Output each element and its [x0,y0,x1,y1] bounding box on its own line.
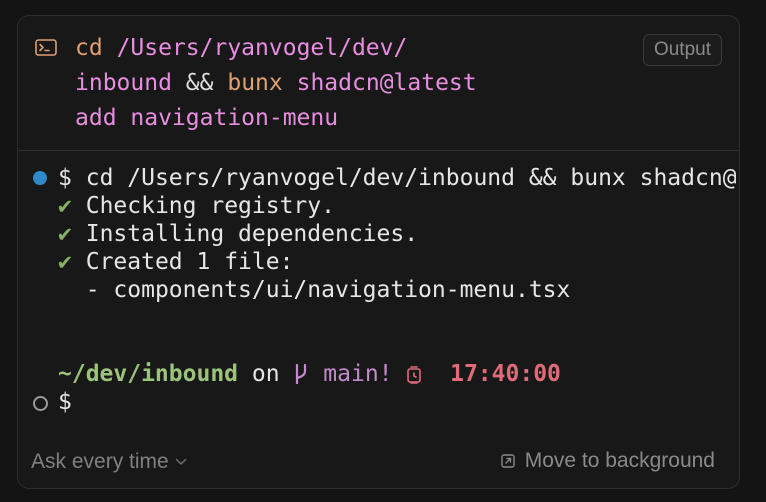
ask-label: Ask every time [31,450,169,473]
terminal-output: $ cd /Users/ryanvogel/dev/inbound && bun… [18,151,739,436]
output-file: - components/ui/navigation-menu.tsx [85,277,571,303]
command-line-2: inbound && bunx shadcn@latest [75,65,477,101]
tool-footer: Ask every time Move to background [18,434,739,488]
output-line: ✔ Created 1 file: [58,248,293,276]
output-text: Checking registry. [85,193,335,219]
shell-status-line: ~/dev/inbound on main! 17:40:00 [58,360,561,388]
cmd-dir: inbound [75,70,172,96]
cmd-operator: && [185,70,214,96]
output-button[interactable]: Output [642,34,722,66]
move-to-background-button[interactable]: Move to background [501,447,715,475]
cmd-package: shadcn@latest [296,70,477,96]
idle-indicator-dot [33,396,48,411]
output-text: Created 1 file: [85,249,294,275]
command-line-1: cd /Users/ryanvogel/dev/ [75,30,407,66]
clock-icon [407,365,422,384]
cmd-cd: cd [75,35,103,61]
terminal-command-line: $ cd /Users/ryanvogel/dev/inbound && bun… [58,164,737,192]
status-on: on [251,361,280,387]
running-indicator-dot [33,171,47,185]
terminal-tool-card: cd /Users/ryanvogel/dev/ inbound && bunx… [17,15,740,489]
terminal-icon [35,39,57,56]
output-line: ✔ Checking registry. [58,192,335,220]
cmd-rest: add navigation-menu [75,105,339,131]
terminal-command: cd /Users/ryanvogel/dev/inbound && bunx … [85,165,737,191]
output-line: ✔ Installing dependencies. [58,220,418,248]
output-file-line: - components/ui/navigation-menu.tsx [58,276,571,304]
output-text: Installing dependencies. [85,221,419,247]
check-icon: ✔ [58,249,72,275]
cwd-path: ~/dev/inbound [58,361,239,387]
ask-every-time-dropdown[interactable]: Ask every time [31,448,187,476]
cmd-path: /Users/ryanvogel/dev/ [116,35,408,61]
git-branch-name: main! [323,361,393,387]
move-to-background-icon [501,454,515,469]
check-icon: ✔ [58,193,72,219]
chevron-down-icon [175,459,186,466]
prompt-symbol: $ [58,389,72,415]
prompt-symbol: $ [58,165,72,191]
check-icon: ✔ [58,221,72,247]
terminal-prompt-line: $ [58,388,72,416]
git-branch-icon [296,363,307,384]
cmd-bunx: bunx [227,70,283,96]
clock-time: 17:40:00 [450,361,561,387]
move-label: Move to background [524,449,715,472]
command-header: cd /Users/ryanvogel/dev/ inbound && bunx… [18,16,739,151]
command-line-3: add navigation-menu [75,100,338,136]
